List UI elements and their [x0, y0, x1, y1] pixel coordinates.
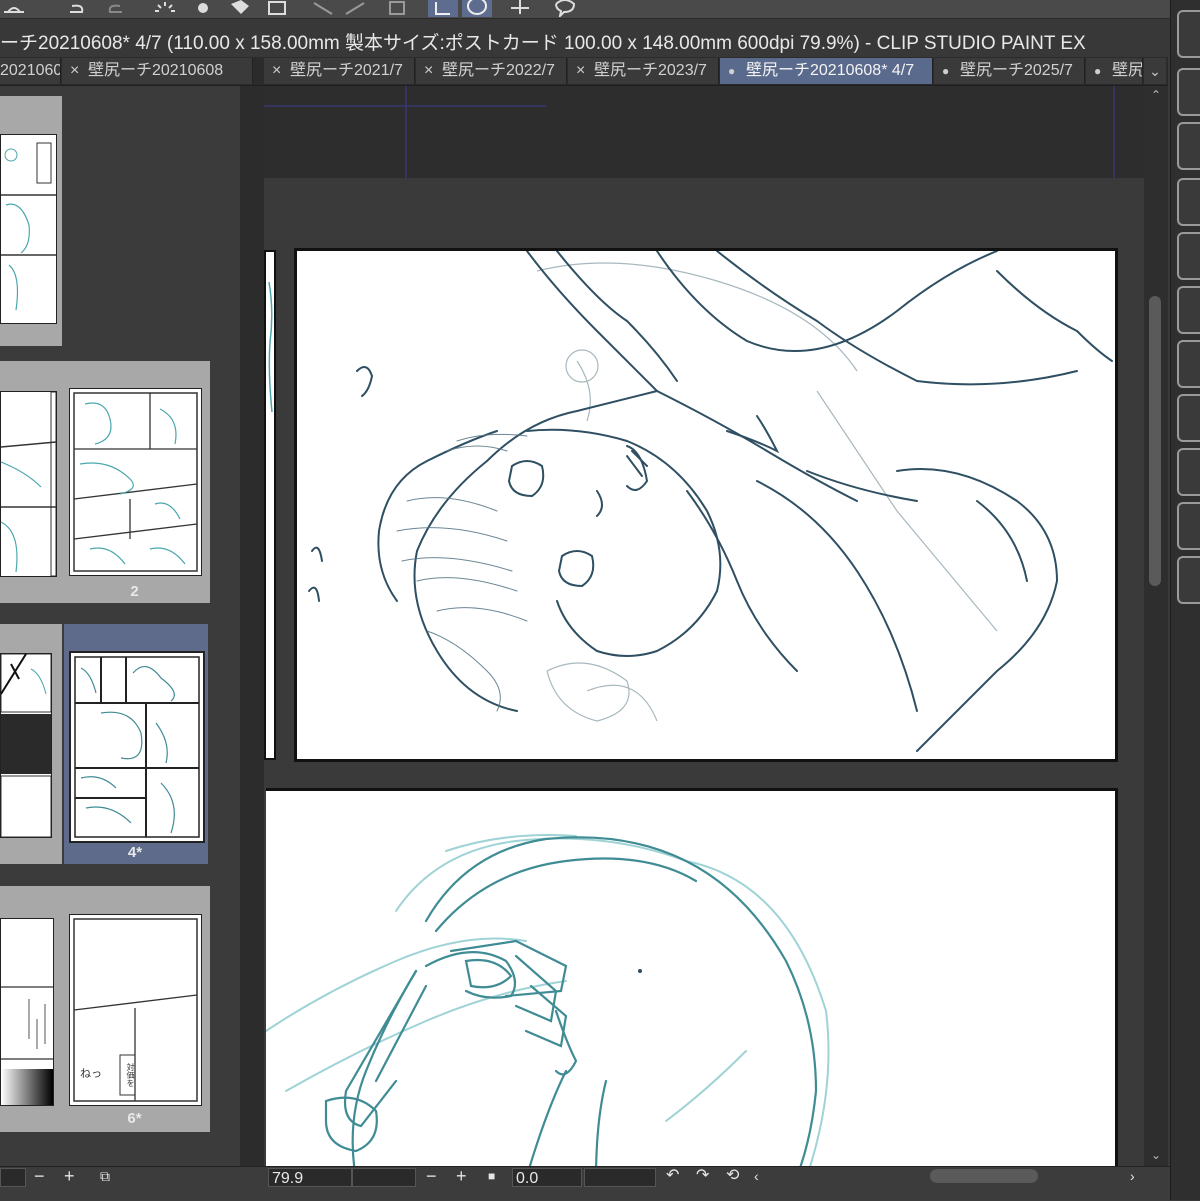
panel-button-9[interactable]: [1177, 448, 1200, 496]
burst-icon[interactable]: [150, 0, 180, 17]
modified-dot-icon: ●: [728, 64, 736, 78]
lasso-icon[interactable]: [462, 0, 492, 17]
page-guide-lines: [264, 86, 1144, 178]
scroll-right-icon[interactable]: ›: [1130, 1167, 1135, 1185]
page-number-6: 6*: [127, 1110, 142, 1127]
thumbnail-caption: ねっ: [80, 1068, 102, 1080]
page-thumbnail-6[interactable]: ねっ 対価を: [69, 914, 202, 1106]
rotation-field[interactable]: 0.0: [512, 1168, 582, 1187]
tab-label: 壁尻ーチ2022/7: [442, 62, 555, 79]
tab-doc-3[interactable]: × 壁尻ーチ2022/7: [416, 58, 567, 84]
page-settings-icon[interactable]: ⧉: [100, 1167, 110, 1185]
title-bar: ーチ20210608* 4/7 (110.00 x 158.00mm 製本サイズ…: [0, 19, 1170, 57]
tab-label: 壁尻ーチ2021/7: [290, 62, 403, 79]
page-cell-empty: [62, 96, 215, 346]
modified-dot-icon: ●: [1094, 64, 1102, 78]
rotate-left-icon[interactable]: ↶: [666, 1167, 679, 1185]
right-panel-strip: [1170, 0, 1200, 1200]
tab-doc-2[interactable]: × 壁尻ーチ2021/7: [264, 58, 415, 84]
panel-button-4[interactable]: [1177, 178, 1200, 226]
status-bar: − + ⧉ 79.9 − + ■ 0.0 ↶ ↷ ⟲ ‹ ›: [0, 1166, 1170, 1201]
selection-icon[interactable]: [308, 0, 338, 17]
modified-dot-icon: ●: [942, 64, 950, 78]
scroll-down-icon[interactable]: ⌄: [1148, 1148, 1164, 1162]
tab-doc-0[interactable]: 20210608: [0, 58, 61, 84]
window-title: ーチ20210608* 4/7 (110.00 x 158.00mm 製本サイズ…: [0, 33, 1086, 54]
transform-icon[interactable]: [262, 0, 292, 17]
speech-bubble-icon[interactable]: [550, 0, 580, 20]
tab-doc-active[interactable]: ● 壁尻ーチ20210608* 4/7: [720, 58, 933, 84]
zoom-in-button[interactable]: +: [64, 1167, 75, 1185]
thumbnail-caption: 対価を: [126, 1063, 135, 1087]
clear-selection-icon[interactable]: [340, 0, 370, 17]
document-tabs: 20210608 × 壁尻ーチ20210608 × 壁尻ーチ2021/7 × 壁尻ーチ…: [0, 57, 1168, 86]
tab-label: 20210608: [0, 62, 60, 79]
tab-doc-7[interactable]: ● 壁尻: [1086, 58, 1143, 84]
horizontal-scroll-thumb[interactable]: [930, 1169, 1038, 1183]
panel-button-1[interactable]: [1177, 10, 1200, 58]
rotate-right-icon[interactable]: ↷: [696, 1167, 709, 1185]
reset-rotation-icon[interactable]: ⟲: [726, 1167, 739, 1185]
panel-button-2[interactable]: [1177, 68, 1200, 116]
zoom-field[interactable]: 79.9: [268, 1168, 352, 1187]
main-toolbar: [0, 0, 1170, 20]
close-icon[interactable]: ×: [424, 58, 436, 84]
close-icon[interactable]: ×: [70, 58, 82, 84]
page-thumbnail-4[interactable]: [69, 651, 205, 843]
undo-icon[interactable]: [62, 0, 92, 17]
page-thumbnail-5[interactable]: [0, 918, 54, 1106]
vertical-scrollbar[interactable]: ⌃ ⌄: [1144, 86, 1168, 1166]
canvas-zoom-in-button[interactable]: +: [456, 1167, 467, 1185]
fit-icon[interactable]: ■: [488, 1167, 495, 1185]
canvas-area[interactable]: [264, 86, 1144, 1166]
panel-frame-main: [294, 248, 1118, 762]
vertical-scroll-thumb[interactable]: [1149, 296, 1161, 586]
scroll-up-icon[interactable]: ⌃: [1148, 88, 1164, 102]
panel-button-5[interactable]: [1177, 232, 1200, 280]
page-number-2: 2: [130, 583, 139, 600]
zoom-out-button[interactable]: −: [34, 1167, 45, 1185]
page-thumbnail-2[interactable]: [69, 388, 202, 576]
burst-filled-icon[interactable]: [188, 0, 218, 17]
fill-icon[interactable]: [225, 0, 255, 17]
redo-icon[interactable]: [100, 0, 130, 17]
scroll-left-icon[interactable]: ‹: [754, 1167, 759, 1185]
tab-label: 壁尻ーチ2025/7: [960, 62, 1073, 79]
tab-label: 壁尻ーチ20210608* 4/7: [746, 62, 915, 79]
sketch-face: [308, 250, 1113, 752]
select-tool-icon[interactable]: [428, 0, 458, 17]
tab-doc-4[interactable]: × 壁尻ーチ2023/7: [568, 58, 719, 84]
close-icon[interactable]: ×: [272, 58, 284, 84]
panel-button-8[interactable]: [1177, 394, 1200, 442]
tab-label: 壁尻: [1112, 62, 1143, 79]
tab-label: 壁尻ーチ2023/7: [594, 62, 707, 79]
panel-button-7[interactable]: [1177, 340, 1200, 388]
crop-icon[interactable]: [505, 0, 535, 17]
page-zoom-field[interactable]: [0, 1168, 26, 1187]
pen-icon[interactable]: [0, 0, 30, 17]
tab-doc-1[interactable]: × 壁尻ーチ20210608: [62, 58, 253, 84]
panel-frame-lower: [265, 788, 1118, 1166]
page-number-4: 4*: [127, 844, 143, 861]
selection-color-icon[interactable]: [382, 0, 412, 17]
close-icon[interactable]: ×: [576, 58, 588, 84]
page-thumbnail-1[interactable]: [0, 391, 57, 577]
tab-doc-6[interactable]: ● 壁尻ーチ2025/7: [934, 58, 1085, 84]
panel-frame-left: [264, 250, 276, 760]
panel-button-6[interactable]: [1177, 286, 1200, 334]
sketch-body: [265, 834, 830, 1166]
page-thumbnail-3[interactable]: [0, 653, 52, 838]
tab-label: 壁尻ーチ20210608: [88, 62, 224, 79]
panel-button-11[interactable]: [1177, 556, 1200, 604]
page-cell-1[interactable]: [0, 96, 62, 346]
panel-button-10[interactable]: [1177, 502, 1200, 550]
panel-divider[interactable]: [240, 86, 264, 1166]
canvas-zoom-out-button[interactable]: −: [426, 1167, 437, 1185]
rotation-preset-dropdown[interactable]: [584, 1168, 656, 1187]
chevron-down-icon[interactable]: ⌄: [1144, 58, 1166, 84]
panel-button-3[interactable]: [1177, 122, 1200, 170]
zoom-preset-dropdown[interactable]: [352, 1168, 416, 1187]
page-thumbnail[interactable]: [0, 134, 57, 324]
page-manager-panel: 2 4* ねっ 対価を 6*: [0, 86, 240, 1166]
